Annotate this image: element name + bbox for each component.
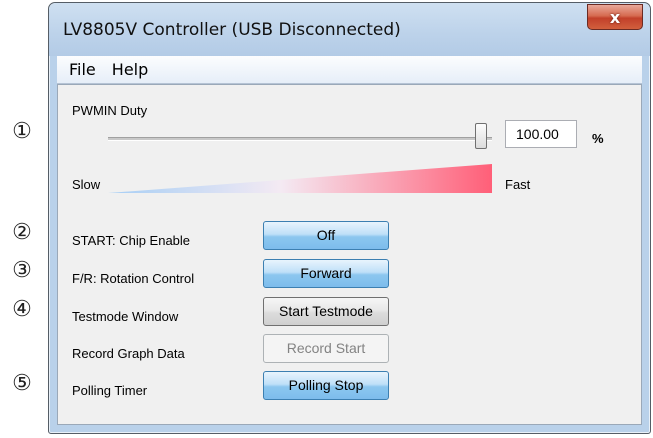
start-testmode-button[interactable]: Start Testmode bbox=[263, 297, 389, 326]
pwm-duty-input[interactable]: 100.00 bbox=[505, 120, 577, 148]
polling-stop-button[interactable]: Polling Stop bbox=[263, 371, 389, 400]
rotation-control-label: F/R: Rotation Control bbox=[72, 271, 195, 286]
menu-bar: File Help bbox=[57, 56, 642, 84]
pwm-slider-track[interactable] bbox=[108, 137, 492, 141]
fast-label: Fast bbox=[505, 177, 531, 192]
close-icon: x bbox=[609, 7, 621, 27]
app-window: LV8805V Controller (USB Disconnected) x … bbox=[48, 2, 651, 434]
callout-1: ① bbox=[12, 119, 32, 144]
chip-enable-label: START: Chip Enable bbox=[72, 233, 191, 248]
menu-file[interactable]: File bbox=[67, 60, 98, 79]
callout-4: ④ bbox=[12, 297, 32, 322]
chip-enable-button[interactable]: Off bbox=[263, 221, 389, 250]
pwm-slider-thumb[interactable] bbox=[475, 123, 487, 149]
callout-5: ⑤ bbox=[12, 371, 32, 396]
slow-label: Slow bbox=[72, 177, 101, 192]
callout-3: ③ bbox=[12, 258, 32, 283]
speed-ramp-triangle bbox=[108, 164, 492, 193]
record-graph-label: Record Graph Data bbox=[72, 346, 185, 361]
pwm-duty-label: PWMIN Duty bbox=[72, 103, 148, 118]
testmode-window-label: Testmode Window bbox=[72, 309, 179, 324]
client-area: PWMIN Duty 100.00 % Slow Fast START: Chi… bbox=[57, 84, 642, 425]
rotation-control-button[interactable]: Forward bbox=[263, 259, 389, 288]
title-bar[interactable]: LV8805V Controller (USB Disconnected) x bbox=[49, 3, 650, 56]
menu-help[interactable]: Help bbox=[110, 60, 150, 79]
callout-column: ① ② ③ ④ ⑤ bbox=[0, 0, 48, 438]
speed-ramp bbox=[108, 164, 492, 193]
polling-timer-label: Polling Timer bbox=[72, 383, 148, 398]
callout-2: ② bbox=[12, 220, 32, 245]
record-start-button[interactable]: Record Start bbox=[263, 334, 389, 363]
percent-unit-label: % bbox=[592, 131, 604, 146]
window-title: LV8805V Controller (USB Disconnected) bbox=[63, 20, 401, 40]
close-button[interactable]: x bbox=[587, 4, 643, 30]
